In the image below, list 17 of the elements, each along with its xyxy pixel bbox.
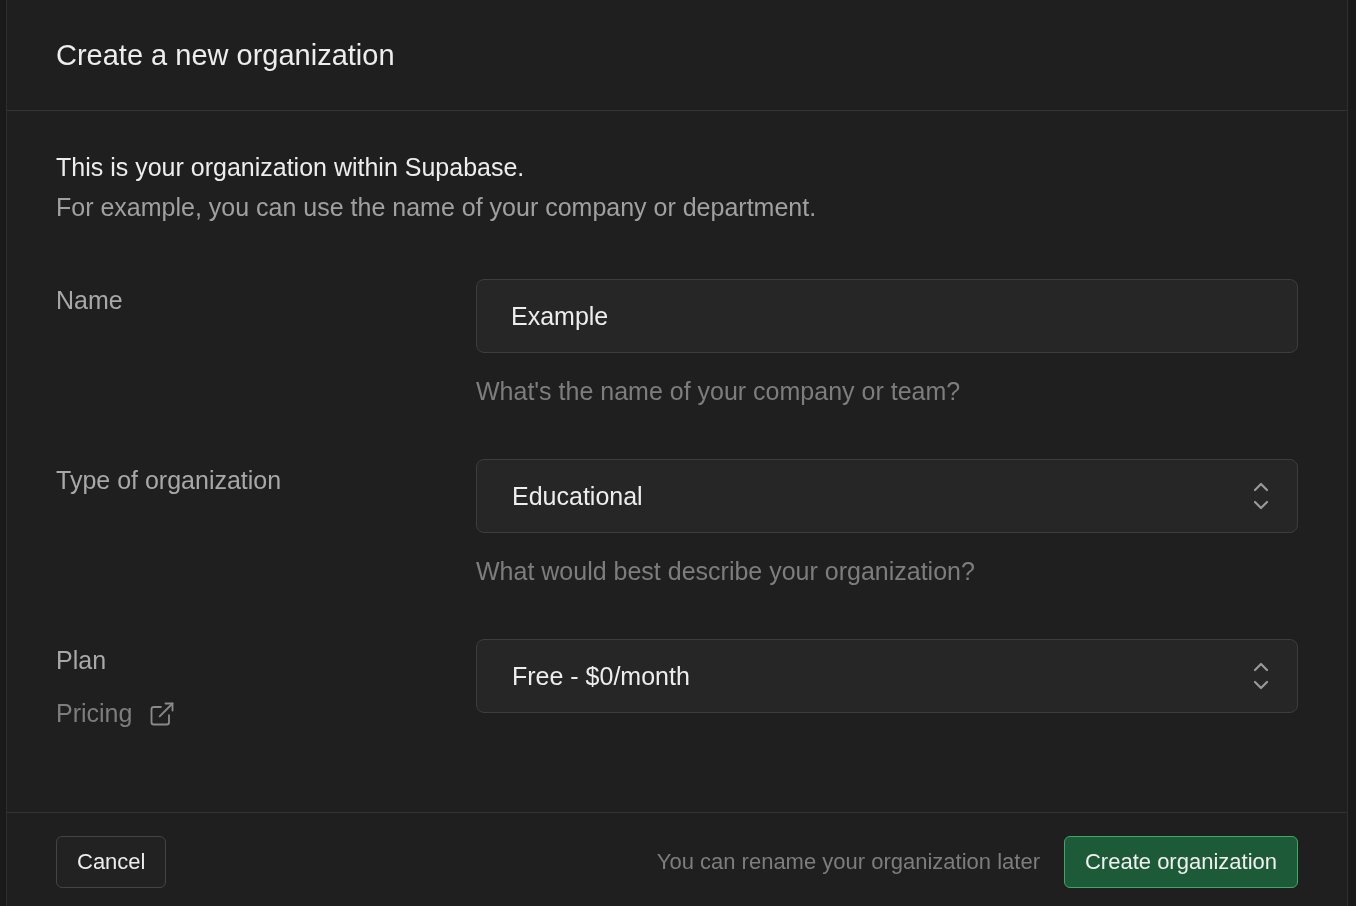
name-input[interactable]: Example <box>476 279 1298 353</box>
field-hint: What's the name of your company or team? <box>476 376 962 407</box>
chevron-up-down-icon <box>1251 660 1271 692</box>
field-hint: What would best describe your organization? <box>476 556 976 587</box>
create-organization-button[interactable]: Create organization <box>1064 836 1298 888</box>
field-label: Type of organization <box>56 465 283 495</box>
field-label: Name <box>56 285 124 315</box>
chevron-up-down-icon <box>1251 480 1271 512</box>
dialog-title: Create a new organization <box>56 38 395 72</box>
intro-detail-text: For example, you can use the name of your company or department. <box>56 192 818 223</box>
cancel-button[interactable]: Cancel <box>56 836 167 888</box>
footer-note: You can rename your organization later <box>656 849 1040 875</box>
intro-text: This is your organization within Supabase. <box>56 152 526 183</box>
field-label: Plan <box>56 645 108 675</box>
select-field[interactable]: Free - $0/month <box>476 639 1298 713</box>
select-field[interactable]: Educational <box>476 459 1298 533</box>
pricing-link[interactable]: Pricing <box>56 699 177 728</box>
